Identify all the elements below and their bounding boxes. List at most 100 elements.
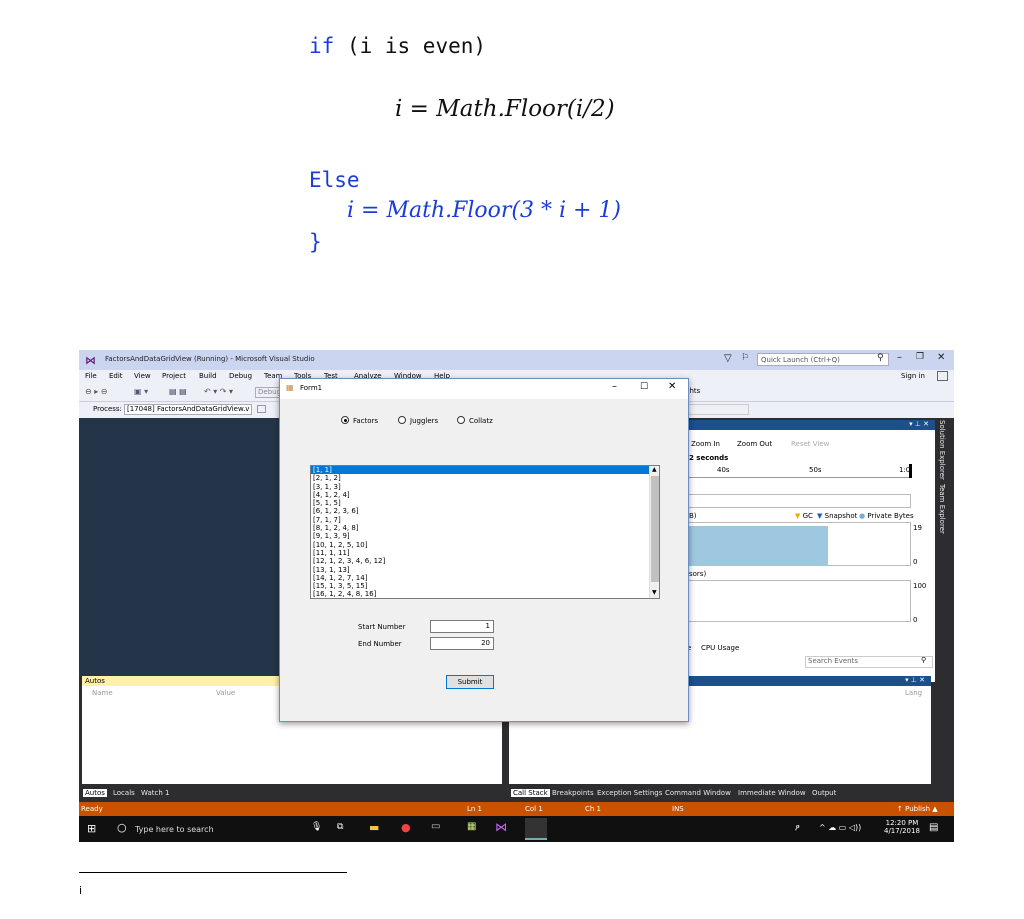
radio-collatz[interactable] — [457, 416, 465, 424]
session-duration: 2 seconds — [689, 454, 729, 462]
form1-app-icon: ▦ — [286, 383, 294, 392]
radio-jugglers[interactable] — [398, 416, 406, 424]
publish-button[interactable]: ↑ Publish ▲ — [897, 805, 938, 813]
list-item[interactable]: [13, 1, 13] — [311, 566, 659, 574]
visual-studio-taskbar-icon[interactable]: ⋈ — [495, 820, 507, 834]
tab-output[interactable]: Output — [812, 789, 836, 797]
microphone-icon[interactable]: 🎙 — [311, 822, 322, 832]
autos-col-name: Name — [92, 689, 113, 697]
search-events-input[interactable]: Search Events — [805, 656, 933, 668]
visual-studio-logo-icon: ⋈ — [85, 354, 96, 367]
list-item[interactable]: [12, 1, 2, 3, 4, 6, 12] — [311, 557, 659, 565]
list-item[interactable]: [11, 1, 11] — [311, 549, 659, 557]
tab-autos[interactable]: Autos — [83, 789, 107, 797]
code-close-brace: } — [309, 230, 322, 254]
feedback-icon[interactable]: ⚐ — [741, 353, 749, 363]
tab-breakpoints[interactable]: Breakpoints — [552, 789, 594, 797]
command-prompt-icon[interactable]: ▭ — [431, 821, 440, 832]
list-item[interactable]: [14, 1, 2, 7, 14] — [311, 574, 659, 582]
submit-button[interactable]: Submit — [446, 675, 494, 689]
call-stack-col-lang: Lang — [905, 689, 923, 697]
tab-command-window[interactable]: Command Window — [665, 789, 731, 797]
menu-build[interactable]: Build — [199, 372, 217, 380]
list-item[interactable]: [16, 1, 2, 4, 8, 16] — [311, 590, 659, 598]
diagnostic-tools-panel: ▾ ⊥ ✕ Zoom In Zoom Out Reset View 2 seco… — [687, 420, 935, 682]
list-item[interactable]: [8, 1, 2, 4, 8] — [311, 524, 659, 532]
list-item[interactable]: [15, 1, 3, 5, 15] — [311, 582, 659, 590]
chrome-icon[interactable]: ● — [401, 821, 411, 834]
status-char: Ch 1 — [585, 805, 602, 813]
visual-studio-screenshot: ⋈ FactorsAndDataGridView (Running) - Mic… — [79, 350, 954, 842]
list-item[interactable]: [3, 1, 3] — [311, 483, 659, 491]
zoom-in-button[interactable]: Zoom In — [691, 440, 720, 448]
solution-explorer-tab[interactable]: Solution Explorer — [938, 420, 946, 480]
team-explorer-tab[interactable]: Team Explorer — [938, 484, 946, 534]
menu-edit[interactable]: Edit — [109, 372, 123, 380]
radio-jugglers-label: Jugglers — [410, 417, 439, 425]
form1-minimize-icon[interactable]: – — [612, 381, 617, 392]
undo-redo-icon[interactable]: ↶ ▾ ↷ ▾ — [204, 387, 233, 396]
list-item[interactable]: [5, 1, 5] — [311, 499, 659, 507]
memory-graph-fill — [688, 526, 828, 566]
tab-exception-settings[interactable]: Exception Settings — [597, 789, 662, 797]
tab-immediate-window[interactable]: Immediate Window — [738, 789, 806, 797]
task-view-icon[interactable]: ⧉ — [337, 822, 343, 832]
process-dropdown[interactable]: [17048] FactorsAndDataGridView.v — [124, 404, 252, 415]
code-else-keyword: Else — [309, 168, 360, 192]
timeline-cursor — [909, 464, 912, 478]
form1-maximize-icon[interactable]: ☐ — [640, 382, 648, 392]
search-events-icon[interactable]: ⚲ — [921, 656, 926, 664]
zoom-out-button[interactable]: Zoom Out — [737, 440, 772, 448]
tab-call-stack[interactable]: Call Stack — [511, 789, 550, 797]
scroll-down-icon[interactable]: ▼ — [652, 589, 657, 596]
menu-project[interactable]: Project — [162, 372, 186, 380]
filter-icon[interactable]: ▽ — [724, 353, 732, 364]
listbox-scrollbar[interactable]: ▲ ▼ — [649, 466, 659, 598]
list-item[interactable]: [7, 1, 7] — [311, 516, 659, 524]
taskbar-search-box[interactable]: ○ Type here to search — [113, 820, 303, 838]
menu-view[interactable]: View — [134, 372, 151, 380]
clock[interactable]: 12:20 PM 4/17/2018 — [884, 819, 920, 835]
back-forward-icon[interactable]: ⊖ ▸ ⊖ — [85, 387, 108, 396]
list-item[interactable]: [9, 1, 3, 9] — [311, 532, 659, 540]
radio-factors[interactable] — [341, 416, 349, 424]
new-project-icon[interactable]: ▣ ▾ — [134, 387, 148, 396]
form1-close-icon[interactable]: ✕ — [668, 381, 676, 392]
action-center-icon[interactable]: ▤ — [929, 822, 938, 833]
scrollbar-thumb[interactable] — [651, 476, 659, 582]
tab-locals[interactable]: Locals — [113, 789, 135, 797]
tab-cpu-usage[interactable]: CPU Usage — [701, 644, 739, 652]
start-number-input[interactable]: 1 — [430, 620, 494, 633]
scroll-up-icon[interactable]: ▲ — [652, 466, 657, 473]
windows-start-icon[interactable]: ⊞ — [87, 822, 96, 835]
list-item[interactable]: [2, 1, 2] — [311, 474, 659, 482]
sign-in-link[interactable]: Sign in — [901, 372, 925, 380]
menu-file[interactable]: File — [85, 372, 97, 380]
account-avatar-icon[interactable] — [937, 371, 948, 381]
restore-icon[interactable]: ❐ — [916, 352, 924, 362]
people-icon[interactable]: ዖ — [795, 823, 800, 833]
file-explorer-icon[interactable]: ▬ — [369, 821, 379, 834]
search-icon[interactable]: ⚲ — [877, 353, 884, 363]
tray-icons[interactable]: ^ ☁ ▭ ◁)) — [819, 823, 861, 832]
menu-debug[interactable]: Debug — [229, 372, 252, 380]
lifecycle-events-icon[interactable] — [257, 405, 266, 413]
minimize-icon[interactable]: – — [897, 352, 902, 363]
list-item[interactable]: [1, 1] — [311, 466, 659, 475]
running-form-taskbar-icon[interactable] — [525, 818, 547, 840]
reset-view-button[interactable]: Reset View — [791, 440, 829, 448]
list-item[interactable]: [4, 1, 2, 4] — [311, 491, 659, 499]
list-item[interactable]: [6, 1, 2, 3, 6] — [311, 507, 659, 515]
close-icon[interactable]: ✕ — [937, 352, 945, 363]
quick-launch-input[interactable]: Quick Launch (Ctrl+Q) — [757, 353, 889, 366]
list-item[interactable]: [10, 1, 2, 5, 10] — [311, 541, 659, 549]
results-listbox[interactable]: [1, 1] [2, 1, 2] [3, 1, 3] [4, 1, 2, 4] … — [310, 465, 660, 599]
solution-configuration-dropdown[interactable]: Debug — [255, 387, 281, 398]
call-stack-pin-close-icon[interactable]: ▾ ⊥ ✕ — [905, 676, 925, 684]
tab-watch-1[interactable]: Watch 1 — [141, 789, 169, 797]
end-number-input[interactable]: 20 — [430, 637, 494, 650]
panel-pin-close-icon[interactable]: ▾ ⊥ ✕ — [909, 420, 929, 428]
thread-dropdown[interactable] — [687, 404, 749, 415]
form-app-icon[interactable]: ▦ — [467, 821, 476, 832]
save-icon[interactable]: ▤ ▤ — [169, 387, 187, 396]
